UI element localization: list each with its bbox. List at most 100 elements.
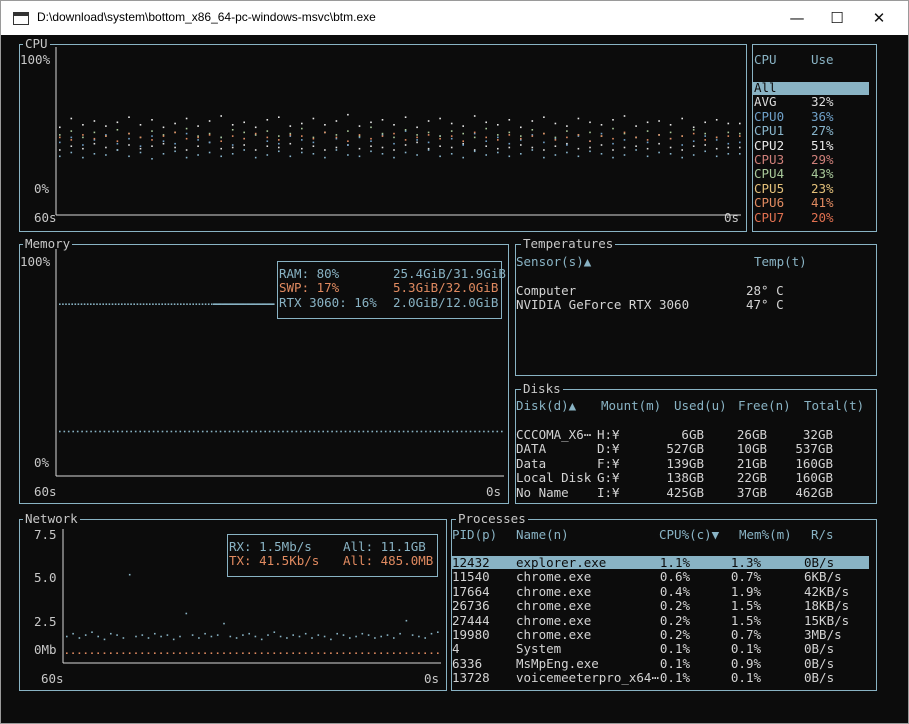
cpu-legend-name-cpu3[interactable]: CPU3: [754, 153, 784, 167]
network-series-rx-point: [166, 634, 169, 636]
process-mem: 0.7%: [730, 627, 761, 642]
process-mem: 1.5%: [730, 598, 761, 614]
process-pid: 6336: [452, 655, 483, 671]
network-series-tx-point: [141, 652, 144, 654]
network-series-rx-point: [78, 637, 81, 639]
network-series-tx-point: [267, 652, 269, 654]
network-series-rx-point: [198, 637, 200, 639]
network-series-rx-point: [160, 635, 162, 638]
process-name: chrome.exe: [516, 612, 592, 628]
terminal-area[interactable]: CPU 100% 0% 60s 0s CPU Use Memory 100% 0…: [1, 35, 908, 723]
network-series-rx-point: [286, 637, 288, 639]
network-series-rx-point: [367, 634, 370, 636]
network-series-rx-point: [128, 573, 131, 576]
network-series-rx-point: [216, 634, 219, 636]
network-series-rx-point: [330, 638, 332, 641]
network-series-rx-point: [204, 632, 206, 635]
network-series-tx-point: [116, 652, 118, 654]
network-series-tx-point: [242, 652, 244, 654]
network-series-rx-point: [179, 635, 181, 638]
network-series-rx-point: [298, 635, 301, 638]
process-pid: 19980: [452, 627, 490, 642]
network-series-tx-point: [154, 652, 156, 654]
network-series-tx-point: [84, 652, 87, 654]
cpu-legend-name-cpu1[interactable]: CPU1: [754, 124, 784, 138]
process-pid: 4: [452, 641, 460, 657]
network-series-tx-point: [97, 652, 99, 654]
network-series-tx-point: [380, 652, 382, 654]
network-series-tx-point: [248, 652, 250, 654]
disk-cell-total: 160GB: [795, 470, 833, 486]
memory-legend-label-1: SWP: 17%: [279, 280, 340, 296]
temperature-sensor: Computer: [516, 283, 577, 298]
cpu-legend-name-cpu5[interactable]: CPU5: [754, 181, 784, 196]
disk-cell-free: 22GB: [736, 470, 767, 486]
network-series-tx-point: [311, 652, 313, 654]
network-series-tx-point: [355, 652, 357, 654]
network-series-tx-point: [279, 652, 282, 654]
process-mem: 0.9%: [730, 655, 761, 671]
process-read-rate: 0B/s: [804, 670, 835, 686]
network-series-tx-point: [78, 652, 81, 654]
network-series-tx-point: [411, 652, 414, 654]
network-series-rx-point: [110, 632, 112, 635]
process-mem: 0.7%: [730, 569, 761, 585]
network-series-tx-point: [128, 652, 131, 654]
process-read-rate: 3MB/s: [804, 627, 842, 642]
process-cpu: 0.1%: [659, 641, 690, 657]
network-series-tx-point: [298, 652, 301, 654]
process-pid: 17664: [452, 583, 490, 599]
disk-cell-disk: No Name: [516, 484, 569, 500]
network-series-tx-point: [198, 652, 200, 654]
cpu-legend-use-cpu0: 36%: [811, 108, 834, 124]
network-series-tx-point: [223, 652, 225, 654]
process-cpu: 0.4%: [659, 583, 690, 599]
cpu-legend-name-avg[interactable]: AVG: [754, 95, 777, 109]
memory-legend-label-0: RAM: 80%: [279, 266, 340, 281]
cpu-legend-name-cpu0[interactable]: CPU0: [754, 109, 784, 124]
processes-header-rs[interactable]: R/s: [811, 528, 834, 542]
disk-cell-total: 32GB: [802, 427, 833, 442]
network-series-tx-point: [179, 652, 181, 654]
disk-cell-mount: F:¥: [597, 455, 620, 471]
cpu-legend-use-cpu5: 23%: [811, 180, 834, 196]
memory-legend-value-1: 5.3GiB/32.0GiB: [393, 280, 499, 296]
maximize-button[interactable]: ☐: [814, 1, 860, 35]
network-series-rx-point: [374, 637, 376, 639]
title-bar[interactable]: D:\download\system\bottom_x86_64-pc-wind…: [1, 1, 908, 35]
window-title: D:\download\system\bottom_x86_64-pc-wind…: [37, 10, 376, 24]
disk-cell-free: 21GB: [736, 455, 767, 471]
process-read-rate: 0B/s: [804, 555, 835, 570]
network-series-tx-point: [254, 652, 257, 654]
disk-cell-mount: G:¥: [597, 470, 620, 486]
cpu-legend-use-avg: 32%: [811, 94, 834, 110]
network-series-rx-point: [399, 632, 401, 635]
process-read-rate: 6KB/s: [804, 569, 842, 585]
processes-header-name[interactable]: Name(n): [516, 528, 569, 542]
processes-header-mem[interactable]: Mem%(m): [739, 528, 792, 542]
network-series-rx-point: [424, 637, 426, 639]
cpu-legend-name-cpu4[interactable]: CPU4: [754, 167, 784, 181]
network-series-tx-point: [393, 652, 395, 654]
network-series-rx-point: [84, 634, 87, 636]
disk-cell-used: 6GB: [681, 427, 704, 442]
cpu-legend-name-cpu6[interactable]: CPU6: [754, 196, 784, 210]
close-button[interactable]: ✕: [856, 1, 902, 35]
network-series-tx-point: [399, 652, 401, 654]
processes-header-pid[interactable]: PID(p): [452, 528, 497, 542]
disk-cell-free: 26GB: [736, 427, 767, 442]
network-series-tx-point: [323, 652, 326, 654]
disk-cell-used: 138GB: [666, 470, 704, 486]
network-series-tx-point: [304, 652, 307, 654]
disk-cell-total: 537GB: [795, 441, 833, 457]
network-series-rx-point: [191, 634, 194, 636]
disk-cell-mount: H:¥: [597, 427, 620, 442]
cpu-legend-name-all[interactable]: All: [754, 81, 777, 95]
process-cpu: 0.6%: [659, 569, 690, 585]
network-series-rx-point: [235, 637, 238, 639]
cpu-legend-name-cpu2[interactable]: CPU2: [754, 138, 784, 153]
network-series-rx-point: [72, 632, 74, 635]
cpu-legend-name-cpu7[interactable]: CPU7: [754, 210, 784, 225]
network-series-rx-point: [154, 632, 156, 635]
processes-header-cpu[interactable]: CPU%(c)▼: [659, 528, 719, 542]
